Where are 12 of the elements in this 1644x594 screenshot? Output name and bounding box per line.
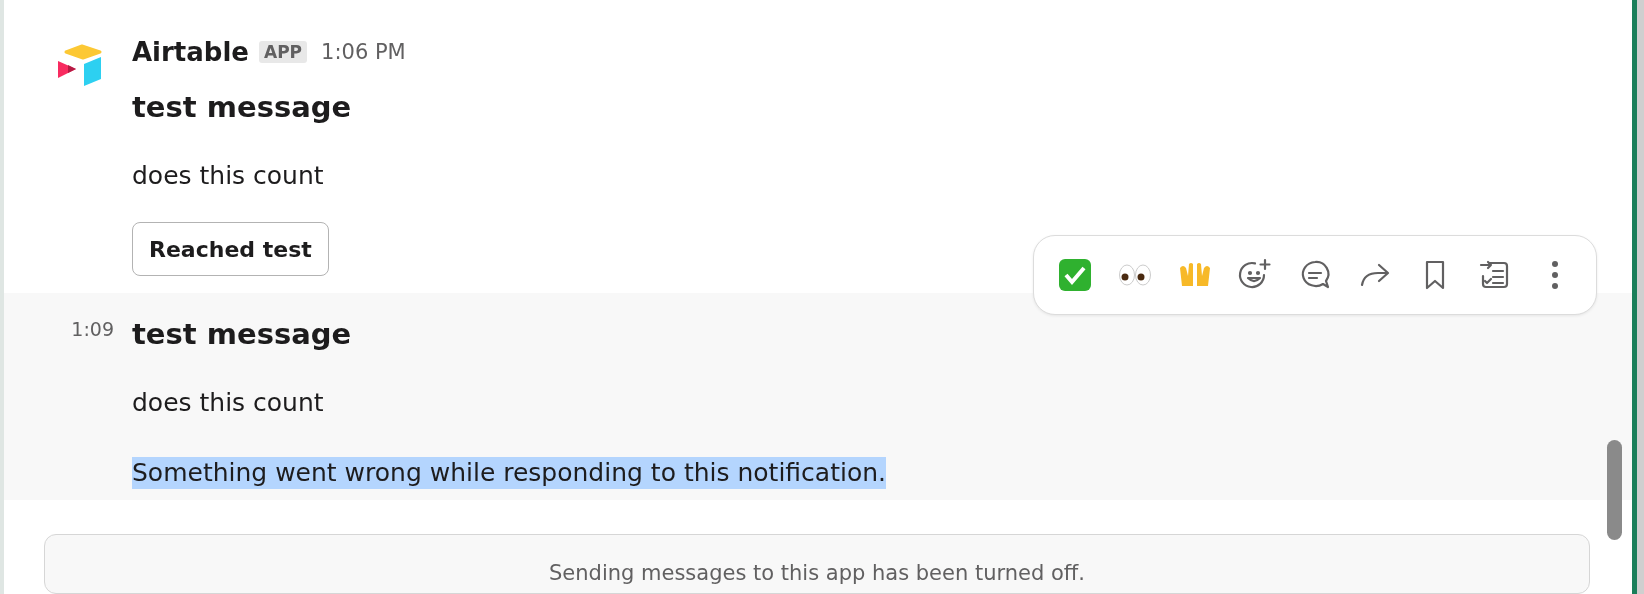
- error-message: Something went wrong while responding to this notification.: [132, 457, 886, 489]
- reached-test-button[interactable]: Reached test: [132, 222, 329, 276]
- message-title: test message: [132, 89, 352, 126]
- scrollbar-thumb[interactable]: [1607, 440, 1622, 540]
- message-text: does this count: [132, 387, 324, 419]
- message-time[interactable]: 1:06 PM: [321, 40, 406, 64]
- app-badge: APP: [259, 41, 308, 63]
- composer-notice: Sending messages to this app has been turned off.: [549, 561, 1085, 587]
- message-text: does this count: [132, 160, 324, 192]
- sender-name[interactable]: Airtable: [132, 37, 249, 67]
- message-title: test message: [132, 316, 352, 353]
- message-time[interactable]: 1:09: [71, 316, 114, 489]
